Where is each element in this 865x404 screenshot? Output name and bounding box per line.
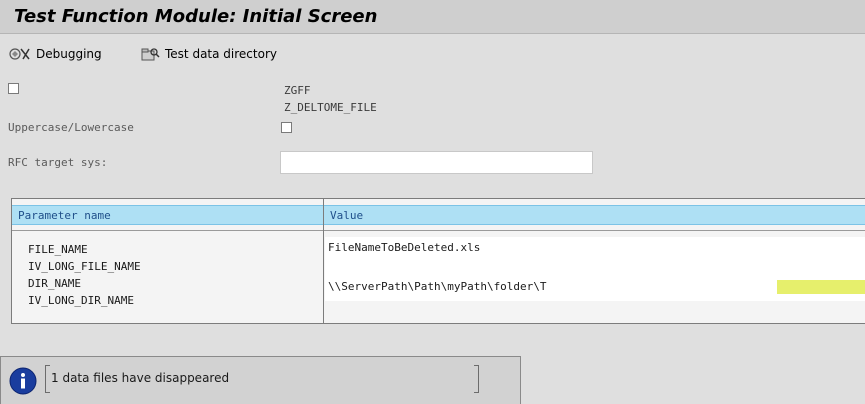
function-group-value: ZGFF: [284, 84, 311, 97]
table-row: IV_LONG_FILE_NAME: [28, 260, 141, 273]
message-bracket-left: [45, 365, 50, 393]
info-icon: [9, 367, 37, 398]
rfc-target-label: RFC target sys:: [8, 156, 108, 169]
debugging-button[interactable]: Debugging: [9, 46, 102, 62]
value-highlight: [777, 280, 865, 294]
parameter-table: Parameter name Value FILE_NAME IV_LONG_F…: [11, 198, 865, 324]
value-input-area[interactable]: FileNameToBeDeleted.xls \\ServerPath\Pat…: [325, 237, 865, 301]
column-header-value[interactable]: Value: [324, 205, 865, 225]
application-toolbar: Debugging Test data directory: [0, 40, 865, 66]
status-message-box: 1 data files have disappeared: [0, 356, 521, 404]
debugging-label: Debugging: [36, 47, 102, 61]
message-bracket-right: [474, 365, 479, 393]
table-row: DIR_NAME: [28, 277, 81, 290]
test-data-directory-button[interactable]: Test data directory: [140, 46, 277, 62]
rfc-target-input[interactable]: [280, 151, 593, 174]
uppercase-lowercase-checkbox[interactable]: [281, 122, 292, 133]
column-divider: [323, 199, 324, 323]
parameter-name-list: FILE_NAME IV_LONG_FILE_NAME DIR_NAME IV_…: [28, 241, 141, 309]
title-bar: Test Function Module: Initial Screen: [0, 0, 865, 34]
table-row: IV_LONG_DIR_NAME: [28, 294, 134, 307]
page-title: Test Function Module: Initial Screen: [14, 6, 378, 27]
file-name-value[interactable]: FileNameToBeDeleted.xls: [328, 241, 480, 254]
column-header-parameter[interactable]: Parameter name: [12, 205, 323, 225]
header-divider: [12, 230, 865, 231]
uppercase-lowercase-label: Uppercase/Lowercase: [8, 121, 134, 134]
table-row: FILE_NAME: [28, 243, 88, 256]
row1-indicator: [8, 83, 19, 94]
test-data-directory-label: Test data directory: [165, 47, 277, 61]
dir-name-value[interactable]: \\ServerPath\Path\myPath\folder\T: [328, 280, 547, 293]
debug-icon: [9, 46, 31, 62]
function-module-value: Z_DELTOME_FILE: [284, 101, 377, 114]
status-message[interactable]: 1 data files have disappeared: [51, 371, 229, 385]
folder-test-icon: [140, 46, 160, 62]
